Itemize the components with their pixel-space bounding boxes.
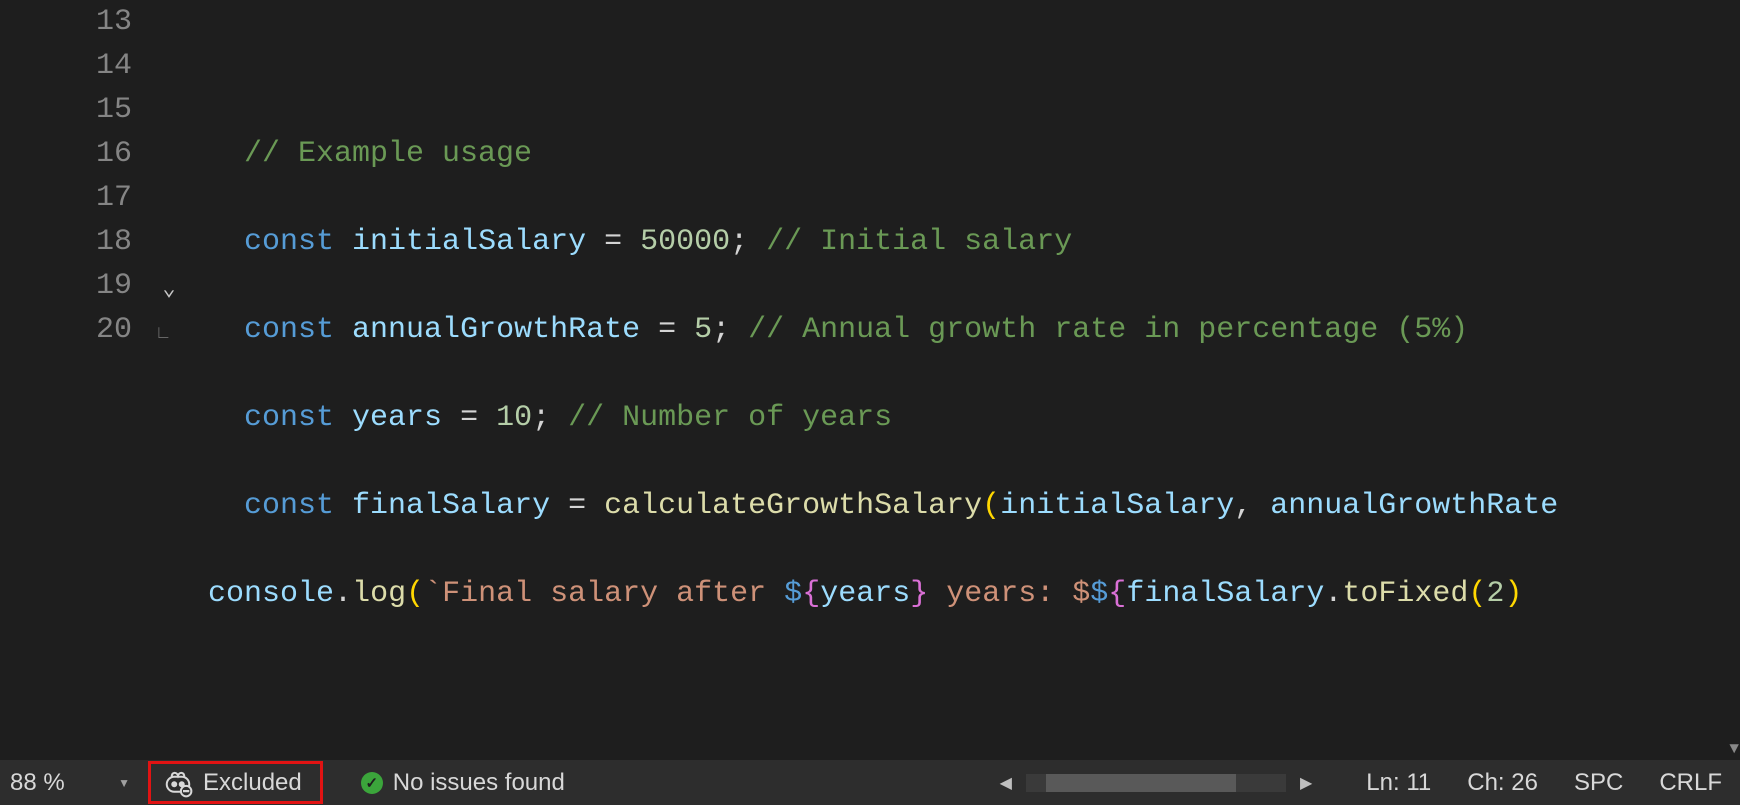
scroll-down-arrow-icon[interactable]: ▼ — [1729, 740, 1739, 758]
line-number: 17 — [0, 176, 132, 220]
line-number: 14 — [0, 44, 132, 88]
chevron-down-icon[interactable]: ⌄ — [150, 268, 188, 312]
fold-end-icon: ∟ — [158, 312, 169, 356]
cursor-column[interactable]: Ch: 26 — [1449, 760, 1556, 805]
line-number-gutter: 13 14 15 16 17 18 19 20 — [0, 0, 150, 760]
line-number: 20 — [0, 308, 132, 352]
code-line[interactable] — [190, 660, 1740, 704]
issues-label: No issues found — [393, 769, 565, 797]
scroll-left-arrow-icon[interactable]: ◀ — [994, 773, 1018, 793]
line-ending-mode[interactable]: CRLF — [1641, 760, 1740, 805]
code-line[interactable] — [190, 44, 1740, 88]
zoom-level[interactable]: 88 % ▼ — [0, 760, 148, 805]
status-bar: 88 % ▼ Excluded ✓ No issues found ◀ ▶ Ln… — [0, 760, 1740, 805]
line-number: 16 — [0, 132, 132, 176]
line-number: 19 — [0, 264, 132, 308]
chevron-down-icon: ▼ — [118, 776, 130, 790]
code-line[interactable]: // Example usage — [190, 132, 1740, 176]
cursor-line[interactable]: Ln: 11 — [1348, 760, 1449, 805]
scrollbar-track[interactable] — [1026, 774, 1286, 792]
code-area[interactable]: // Example usage const initialSalary = 5… — [190, 0, 1740, 760]
code-line[interactable]: const finalSalary = calculateGrowthSalar… — [190, 484, 1740, 528]
scrollbar-thumb[interactable] — [1046, 774, 1236, 792]
code-line[interactable]: const annualGrowthRate = 5; // Annual gr… — [190, 308, 1740, 352]
line-number: 13 — [0, 0, 132, 44]
scrollbar-track[interactable] — [1722, 0, 1740, 738]
code-line[interactable]: const years = 10; // Number of years — [190, 396, 1740, 440]
fold-column: ⌄ ∟ — [150, 0, 190, 760]
indent-mode[interactable]: SPC — [1556, 760, 1641, 805]
excluded-label: Excluded — [203, 769, 302, 797]
issues-status[interactable]: ✓ No issues found — [349, 760, 577, 805]
code-line[interactable]: const initialSalary = 50000; // Initial … — [190, 220, 1740, 264]
zoom-value: 88 % — [10, 769, 65, 797]
code-editor[interactable]: 13 14 15 16 17 18 19 20 ⌄ ∟ // Example u… — [0, 0, 1740, 760]
comment-text: // Example usage — [244, 137, 532, 171]
code-line[interactable]: console.log(`Final salary after ${years}… — [190, 572, 1740, 616]
scroll-right-arrow-icon[interactable]: ▶ — [1294, 773, 1318, 793]
line-number: 15 — [0, 88, 132, 132]
line-number: 18 — [0, 220, 132, 264]
check-circle-icon: ✓ — [361, 772, 383, 794]
copilot-icon — [163, 768, 193, 798]
horizontal-scrollbar[interactable]: ◀ ▶ — [994, 773, 1319, 793]
vertical-scrollbar[interactable]: ▼ — [1722, 0, 1740, 760]
copilot-excluded-status[interactable]: Excluded — [148, 761, 323, 804]
